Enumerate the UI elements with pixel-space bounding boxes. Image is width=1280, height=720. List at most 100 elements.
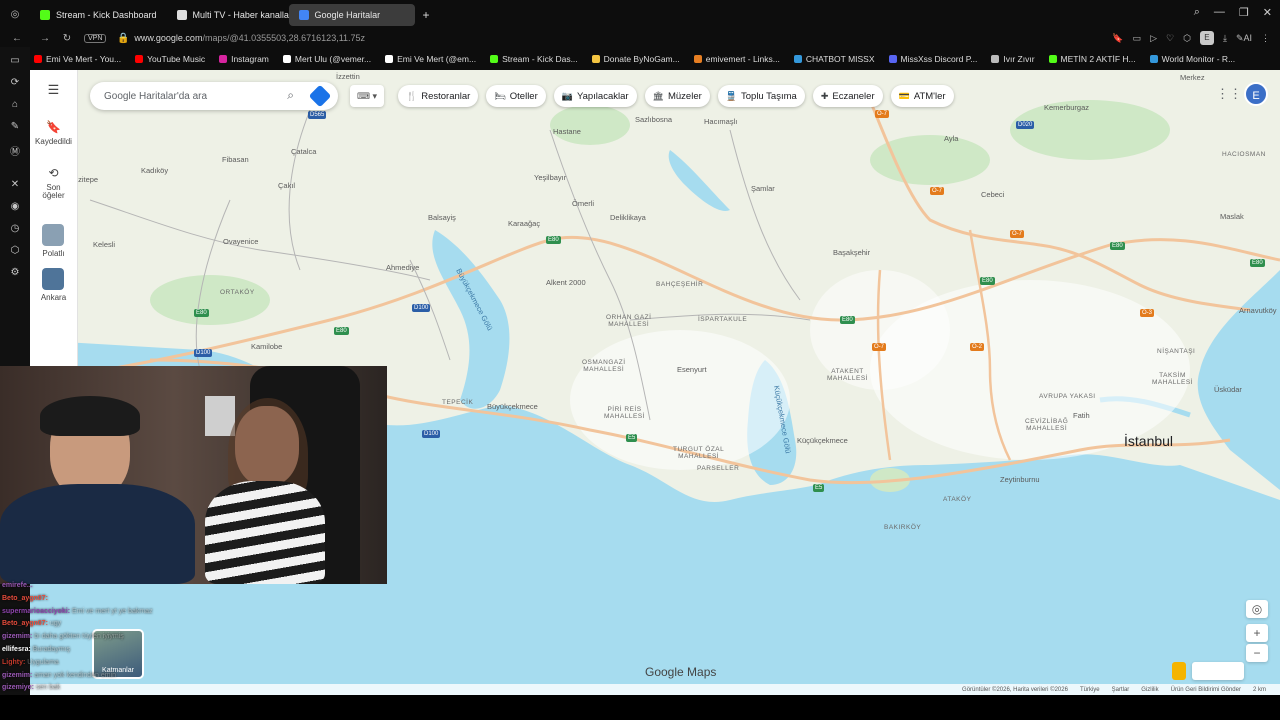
place-hastane[interactable]: Hastane (553, 127, 581, 136)
place-kelesli[interactable]: Kelesli (93, 240, 115, 249)
download-icon[interactable]: ⤓ (1223, 33, 1227, 44)
place-sazlibosna[interactable]: Sazlıbosna (635, 115, 672, 124)
new-tab-button[interactable]: + (415, 8, 438, 22)
place-tepecik[interactable]: TEPECİK (442, 399, 473, 406)
place-izzettin[interactable]: İzzettin (336, 72, 360, 81)
place-izitepe[interactable]: İzitepe (76, 175, 98, 184)
reload-icon[interactable]: ↻ (56, 33, 78, 44)
vpn-badge[interactable]: VPN (84, 33, 107, 43)
recent-button[interactable]: ⟲ Son öğeler (42, 166, 64, 200)
sidebar-home-icon[interactable]: ▭ (10, 55, 19, 66)
menu-icon[interactable]: ☰ (48, 82, 60, 98)
place-omerli[interactable]: Ömerli (572, 199, 594, 208)
sidebar-extension-icon[interactable]: ⬡ (11, 245, 20, 256)
search-input[interactable]: Google Haritalar'da ara (104, 91, 207, 102)
input-tools-button[interactable]: ⌨ ▾ (350, 85, 384, 107)
place-fibasan[interactable]: Fibasan (222, 155, 249, 164)
bookmark-item[interactable]: Instagram (219, 54, 269, 64)
more-menu-icon[interactable]: ⋮ (1261, 33, 1270, 44)
bookmark-item[interactable]: Emi Ve Mert - You... (34, 54, 121, 64)
tab-google-maps[interactable]: Google Haritalar (288, 3, 415, 26)
place-buyukcekmece[interactable]: Büyükçekmece (487, 402, 538, 411)
saved-button[interactable]: 🔖 Kaydedildi (35, 120, 72, 146)
place-piri-reis[interactable]: PİRİ REİS MAHALLESİ (604, 406, 645, 420)
place-alkent[interactable]: Alkent 2000 (546, 278, 586, 287)
footer-country[interactable]: Türkiye (1080, 687, 1100, 693)
forward-icon[interactable]: → (34, 33, 56, 44)
bookmark-item[interactable]: Emi Ve Mert (@em... (385, 54, 476, 64)
sidebar-refresh-icon[interactable]: ⟳ (11, 77, 19, 88)
ai-icon[interactable]: ✎AI (1236, 33, 1252, 44)
tab-multi-tv[interactable]: Multi TV - Haber kanalları (167, 4, 289, 26)
recent-polatli[interactable]: Polatlı (42, 224, 65, 258)
play-icon[interactable]: ▷ (1150, 33, 1157, 44)
category-chip[interactable]: 📷 Yapılacaklar (553, 85, 637, 107)
place-yesilbayir[interactable]: Yeşilbayır (534, 173, 566, 182)
directions-icon[interactable] (308, 84, 332, 108)
recent-ankara[interactable]: Ankara (41, 268, 66, 302)
heart-icon[interactable]: ♡ (1166, 33, 1174, 44)
place-esenyurt[interactable]: Esenyurt (677, 365, 707, 374)
place-istanbul[interactable]: İstanbul (1124, 433, 1173, 449)
account-avatar[interactable]: E (1244, 82, 1268, 106)
footer-terms[interactable]: Şartlar (1112, 687, 1130, 693)
category-chip[interactable]: ✚ Eczaneler (812, 85, 883, 107)
restore-button[interactable]: ❐ (1239, 6, 1249, 19)
bookmark-item[interactable]: Ivır Zıvır (991, 54, 1035, 64)
sidebar-capture-icon[interactable]: ⌂ (12, 99, 18, 110)
category-chip[interactable]: 🏛 Müzeler (644, 85, 710, 107)
place-kucukcekmece[interactable]: Küçükçekmece (797, 436, 848, 445)
zoom-in-button[interactable]: + (1246, 624, 1268, 642)
sidebar-history-icon[interactable]: ◷ (11, 223, 20, 234)
place-ayla[interactable]: Ayla (944, 134, 958, 143)
bookmark-item[interactable]: METİN 2 AKTİF H... (1048, 54, 1136, 64)
back-icon[interactable]: ← (0, 33, 34, 44)
place-uskudar[interactable]: Üsküdar (1214, 385, 1242, 394)
place-parseller[interactable]: PARSELLER (697, 465, 739, 472)
search-box[interactable]: Google Haritalar'da ara ⌕ (90, 82, 338, 110)
cast-icon[interactable]: ▭ (1133, 33, 1142, 44)
sidebar-notes-icon[interactable]: ✎ (11, 121, 19, 132)
category-chip[interactable]: 🛏 Oteller (486, 85, 546, 107)
place-zeytinburnu[interactable]: Zeytinburnu (1000, 475, 1040, 484)
sidebar-record-icon[interactable]: ◉ (11, 201, 20, 212)
place-ispartakule[interactable]: İSPARTAKULE (698, 316, 747, 323)
place-hacimasli[interactable]: Hacımaşlı (704, 117, 737, 126)
place-bakirkoy[interactable]: BAKIRKÖY (884, 524, 921, 531)
bookmark-item[interactable]: Stream - Kick Das... (490, 54, 578, 64)
place-turgut-ozal[interactable]: TURGUT ÖZAL MAHALLESİ (673, 446, 724, 460)
place-bahcesehir[interactable]: BAHÇEŞEHİR (656, 281, 703, 288)
category-chip[interactable]: 🍴 Restoranlar (398, 85, 479, 107)
place-cevizlibag[interactable]: CEVİZLİBAĞ MAHALLESİ (1025, 418, 1068, 432)
footer-privacy[interactable]: Gizlilik (1141, 687, 1158, 693)
place-nisantasi[interactable]: NİŞANTAŞI (1157, 348, 1195, 355)
place-karaagac[interactable]: Karaağaç (508, 219, 540, 228)
place-samlar[interactable]: Şamlar (751, 184, 775, 193)
bookmark-item[interactable]: CHATBOT MISSX (793, 54, 875, 64)
sidebar-settings-icon[interactable]: ⚙ (11, 267, 20, 278)
place-ortakoy[interactable]: ORTAKÖY (220, 289, 255, 296)
minimize-button[interactable]: — (1214, 6, 1225, 19)
place-ovayenice[interactable]: Ovayenice (223, 237, 258, 246)
place-osmangazi[interactable]: OSMANGAZİ MAHALLESİ (582, 359, 626, 373)
bookmark-item[interactable]: MissXss Discord P... (888, 54, 977, 64)
place-catalca[interactable]: Çatalca (291, 147, 316, 156)
sidebar-x-icon[interactable]: ✕ (11, 179, 19, 190)
street-view-pegman-icon[interactable] (1172, 662, 1186, 680)
scale-bar[interactable]: 2 km (1253, 687, 1266, 693)
place-atakoy[interactable]: ATAKÖY (943, 496, 971, 503)
place-kemerburgaz[interactable]: Kemerburgaz (1044, 103, 1089, 112)
bookmark-item[interactable]: Mert Ulu (@vemer... (282, 54, 371, 64)
place-fatih[interactable]: Fatih (1073, 411, 1090, 420)
browser-menu-icon[interactable]: ◎ (0, 9, 30, 20)
bookmark-item[interactable]: YouTube Music (135, 54, 205, 64)
place-avrupa-yakasi[interactable]: AVRUPA YAKASI (1039, 393, 1096, 400)
extensions-icon[interactable]: ⬡ (1183, 33, 1191, 44)
place-merkez[interactable]: Merkez (1180, 73, 1205, 82)
bookmark-item[interactable]: Donate ByNoGam... (591, 54, 680, 64)
sidebar-m-icon[interactable]: Ⓜ (10, 143, 20, 158)
place-atakent[interactable]: ATAKENT MAHALLESİ (827, 368, 868, 382)
bookmark-item[interactable]: World Monitor - R... (1149, 54, 1235, 64)
footer-feedback[interactable]: Ürün Geri Bildirimi Gönder (1171, 687, 1241, 693)
place-deliklikaya[interactable]: Deliklikaya (610, 213, 646, 222)
